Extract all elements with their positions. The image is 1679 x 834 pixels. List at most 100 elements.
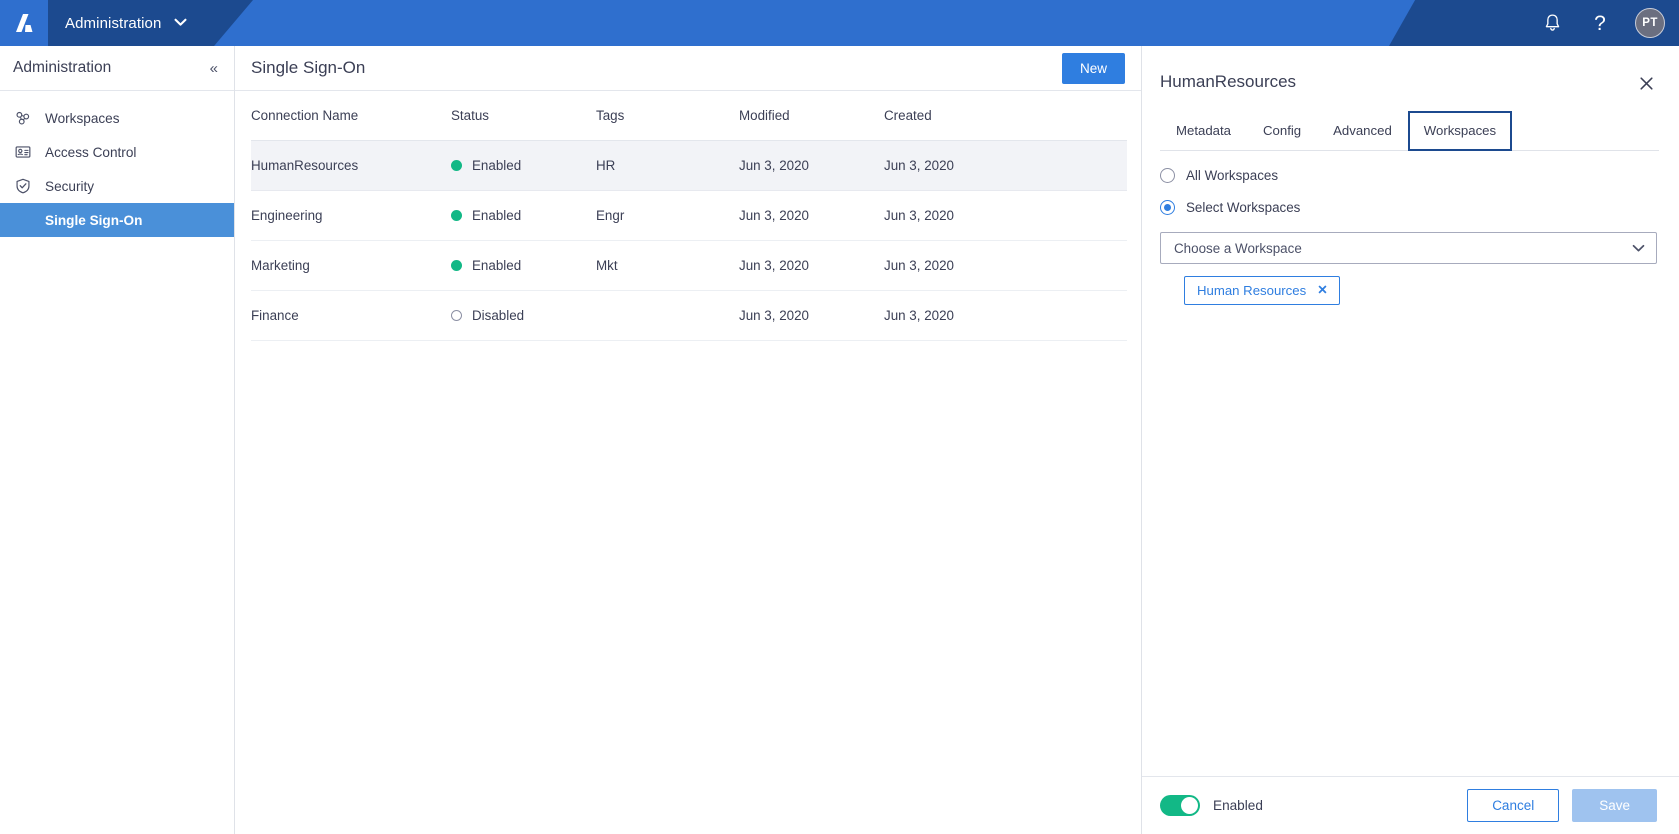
status-badge: Enabled [451, 258, 596, 273]
page-header: Single Sign-On New [235, 46, 1141, 91]
cell-tags: HR [596, 140, 739, 191]
sidebar-title: Administration [13, 59, 112, 76]
detail-panel-body: All Workspaces Select Workspaces Choose … [1142, 151, 1679, 776]
detail-panel-title: HumanResources [1160, 72, 1297, 91]
collapse-sidebar-button[interactable]: « [210, 61, 218, 76]
cell-tags: Mkt [596, 240, 739, 291]
cell-modified: Jun 3, 2020 [739, 290, 884, 341]
column-header-tags[interactable]: Tags [596, 91, 739, 141]
radio-all-workspaces[interactable]: All Workspaces [1160, 168, 1657, 183]
table-header-row: Connection Name Status Tags Modified Cre… [251, 91, 1127, 141]
sidebar-item-single-sign-on[interactable]: Single Sign-On [0, 203, 234, 237]
cell-created: Jun 3, 2020 [884, 240, 1127, 291]
status-enabled-icon [451, 260, 462, 271]
tab-config[interactable]: Config [1247, 111, 1317, 151]
remove-chip-icon[interactable]: ✕ [1317, 284, 1327, 297]
sidebar-item-label: Workspaces [45, 110, 120, 126]
new-button[interactable]: New [1061, 52, 1125, 84]
sidebar-item-workspaces[interactable]: Workspaces [0, 101, 234, 135]
radio-select-workspaces-label: Select Workspaces [1186, 200, 1301, 215]
table-row[interactable]: Engineering Enabled Engr Jun 3, 2020 Jun… [251, 190, 1127, 241]
nav-administration-menu[interactable]: Administration [48, 0, 188, 46]
toggle-knob [1181, 797, 1198, 814]
cell-status: Enabled [451, 240, 596, 291]
workspace-select-value: Choose a Workspace [1174, 240, 1302, 256]
cell-status: Disabled [451, 290, 596, 341]
close-icon[interactable] [1635, 72, 1657, 94]
cell-status: Enabled [451, 140, 596, 191]
chevron-down-icon [1632, 241, 1645, 256]
help-glyph: ? [1594, 11, 1606, 35]
workspace-chip-label: Human Resources [1197, 283, 1307, 298]
footer-buttons: Cancel Save [1467, 789, 1657, 822]
cell-tags: Engr [596, 190, 739, 241]
detail-panel-header: HumanResources [1142, 46, 1679, 94]
radio-select-workspaces[interactable]: Select Workspaces [1160, 200, 1657, 215]
workspace-chip: Human Resources ✕ [1184, 276, 1340, 305]
cell-created: Jun 3, 2020 [884, 140, 1127, 191]
avatar[interactable]: PT [1635, 8, 1665, 38]
tab-advanced[interactable]: Advanced [1317, 111, 1408, 151]
column-header-connection-name[interactable]: Connection Name [251, 91, 451, 141]
app-logo[interactable] [0, 0, 48, 46]
cell-modified: Jun 3, 2020 [739, 240, 884, 291]
cell-created: Jun 3, 2020 [884, 190, 1127, 241]
cell-connection-name: Engineering [251, 190, 451, 241]
status-enabled-icon [451, 160, 462, 171]
enabled-toggle[interactable] [1160, 795, 1200, 816]
app-logo-icon [16, 14, 33, 32]
save-button[interactable]: Save [1572, 789, 1657, 822]
column-header-status[interactable]: Status [451, 91, 596, 141]
column-header-created[interactable]: Created [884, 91, 1127, 141]
status-badge: Disabled [451, 308, 596, 323]
cancel-button[interactable]: Cancel [1467, 789, 1560, 822]
cell-connection-name: Marketing [251, 240, 451, 291]
radio-select-workspaces-input[interactable] [1160, 200, 1175, 215]
status-label: Disabled [472, 308, 525, 323]
nav-administration-label: Administration [65, 14, 162, 32]
cell-status: Enabled [451, 190, 596, 241]
sidebar-subitem-label: Single Sign-On [45, 212, 143, 228]
radio-all-workspaces-label: All Workspaces [1186, 168, 1279, 183]
workspaces-icon [13, 109, 32, 128]
sidebar-item-label: Security [45, 178, 95, 194]
sidebar: Administration « Workspaces Access Contr… [0, 46, 235, 834]
app-shell: Administration « Workspaces Access Contr… [0, 46, 1679, 834]
detail-panel: HumanResources Metadata Config Advanced … [1141, 46, 1679, 834]
column-header-modified[interactable]: Modified [739, 91, 884, 141]
sidebar-header: Administration « [0, 46, 234, 91]
help-icon[interactable]: ? [1587, 10, 1613, 36]
radio-all-workspaces-input[interactable] [1160, 168, 1175, 183]
table-row[interactable]: HumanResources Enabled HR Jun 3, 2020 Ju… [251, 140, 1127, 191]
status-badge: Enabled [451, 208, 596, 223]
status-label: Enabled [472, 208, 522, 223]
sidebar-item-access-control[interactable]: Access Control [0, 135, 234, 169]
bell-icon[interactable] [1539, 10, 1565, 36]
status-label: Enabled [472, 158, 522, 173]
detail-panel-tabs: Metadata Config Advanced Workspaces [1160, 111, 1659, 151]
sidebar-item-security[interactable]: Security [0, 169, 234, 203]
cell-connection-name: Finance [251, 290, 451, 341]
enabled-toggle-label: Enabled [1213, 798, 1263, 813]
main-content: Single Sign-On New Connection Name Statu… [235, 46, 1679, 834]
cell-connection-name: HumanResources [251, 140, 451, 191]
status-enabled-icon [451, 210, 462, 221]
table-row[interactable]: Finance Disabled Jun 3, 2020 Jun 3, 2020 [251, 290, 1127, 341]
cell-created: Jun 3, 2020 [884, 290, 1127, 341]
cell-tags [596, 290, 739, 341]
tab-metadata[interactable]: Metadata [1160, 111, 1247, 151]
topbar-actions: ? PT [1539, 0, 1665, 46]
detail-panel-footer: Enabled Cancel Save [1142, 776, 1679, 834]
tab-workspaces[interactable]: Workspaces [1407, 111, 1513, 151]
table-row[interactable]: Marketing Enabled Mkt Jun 3, 2020 Jun 3,… [251, 240, 1127, 291]
access-control-icon [13, 143, 32, 162]
workspace-select[interactable]: Choose a Workspace [1160, 232, 1657, 264]
shield-check-icon [13, 177, 32, 196]
cell-modified: Jun 3, 2020 [739, 190, 884, 241]
table-header: Connection Name Status Tags Modified Cre… [251, 91, 1127, 141]
avatar-initials: PT [1642, 17, 1658, 29]
top-header-bar: Administration ? PT [0, 0, 1679, 46]
enabled-toggle-group: Enabled [1160, 795, 1263, 816]
sidebar-item-label: Access Control [45, 144, 137, 160]
status-disabled-icon [451, 310, 462, 321]
